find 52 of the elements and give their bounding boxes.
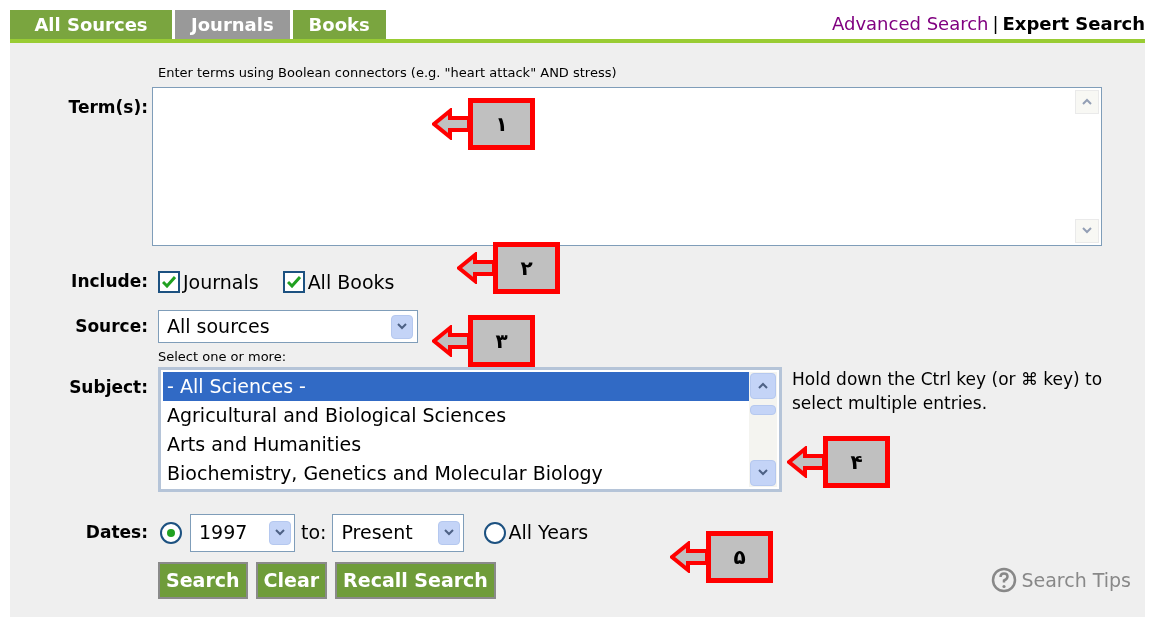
callout-badge: ۵ [706,531,773,583]
checkbox[interactable] [282,270,305,293]
to-year-dropdown[interactable]: Present [332,513,465,552]
arrow-icon [670,541,708,573]
separator: | [992,12,999,36]
check-icon [286,275,301,288]
callout-badge: ۴ [823,436,890,488]
scrollbar[interactable] [749,371,777,487]
from-year-dropdown[interactable]: 1997 [190,513,295,552]
chevron-down-icon [397,323,407,330]
to-label: to: [301,520,327,546]
search-mode-link[interactable]: Expert Search [1002,10,1145,37]
radio-label: All Years [508,520,589,546]
multi-select-note: Hold down the Ctrl key (or ⌘ key) to select multiple entries. [792,367,1104,415]
source-dropdown[interactable]: All sources [158,310,418,343]
radio-button[interactable] [160,521,182,544]
subject-option[interactable]: - All Sciences - [163,371,749,401]
radio-button[interactable] [484,521,507,544]
subject-label: Subject: [69,376,148,397]
arrow-icon [787,446,825,478]
terms-hint: Enter terms using Boolean connectors (e.g. "heart attack" AND stress) [157,64,617,82]
chevron-down-icon [1082,227,1092,234]
chevron-down-icon [758,469,768,476]
subject-option[interactable]: Agricultural and Biological Sciences [163,400,749,430]
arrow-icon [432,108,470,140]
subject-option[interactable]: Arts and Humanities [163,429,749,459]
callout-badge: ۲ [493,242,560,294]
chevron-up-icon [758,382,768,389]
arrow-icon [457,252,495,284]
checkbox-label: Journals [183,269,259,295]
checkbox[interactable] [158,270,180,293]
search-mode-link[interactable]: Advanced Search [832,10,989,37]
subject-option[interactable]: Biochemistry, Genetics and Molecular Biology [163,458,749,488]
include-label: Include: [71,271,148,291]
scroll-down-icon[interactable] [750,459,776,486]
chevron-down-icon [444,529,455,536]
dates-label: Dates: [85,521,148,542]
chevron-down-icon [275,529,285,536]
terms-field[interactable] [152,86,1102,246]
scroll-thumb[interactable] [750,404,776,415]
subject-hint: Select one or more: [157,348,287,366]
scroll-up-icon[interactable] [750,372,776,399]
checkbox-label: All Books [307,269,395,295]
source-label: Source: [75,315,148,336]
callout-badge: ۳ [468,315,535,367]
terms-label: Term(s): [68,96,148,117]
arrow-icon [432,325,470,357]
chevron-up-icon [1082,98,1092,105]
subject-listbox[interactable]: - All Sciences - Agricultural and Biological Sciences Arts and Humanities Biochemistry, Genetics and Molecular Biology [158,366,782,492]
help-icon [991,567,1018,593]
check-icon [162,275,176,288]
callout-badge: ۱ [468,98,535,150]
